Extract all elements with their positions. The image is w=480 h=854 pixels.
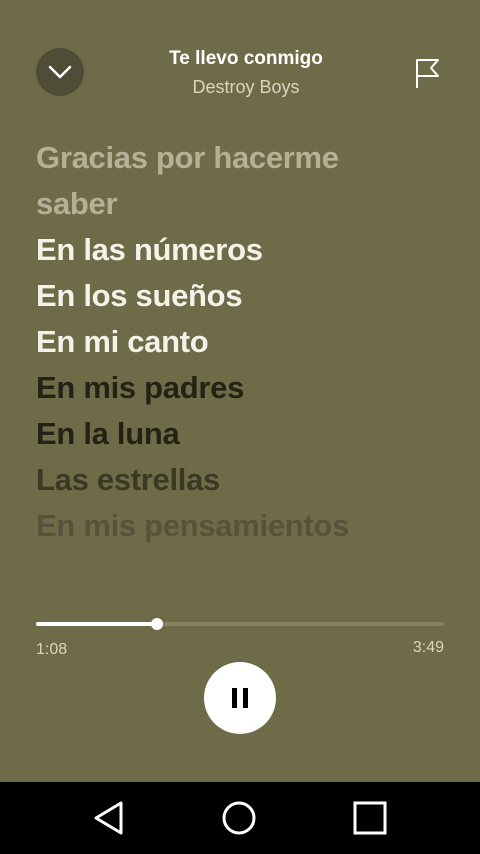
total-time: 3:49	[412, 639, 444, 656]
nav-recents-button[interactable]	[350, 798, 390, 838]
seek-thumb[interactable]	[151, 618, 164, 630]
pause-button[interactable]	[204, 662, 276, 734]
elapsed-time: 1:08	[36, 641, 68, 658]
lyric-line-current: En mi canto	[36, 324, 209, 359]
nav-back-button[interactable]	[89, 798, 129, 838]
home-circle-icon	[222, 801, 256, 835]
lyrics-list[interactable]: Gracias por hacerme saber En las números…	[36, 135, 456, 590]
track-header: Te llevo conmigo Destroy Boys	[100, 46, 392, 100]
collapse-button[interactable]	[36, 48, 84, 96]
lyric-line: En mis pensamientos	[36, 508, 350, 543]
flag-icon	[416, 59, 439, 88]
pause-icon	[232, 688, 248, 708]
report-lyrics-button[interactable]	[412, 56, 444, 90]
lyric-line: Gracias por hacerme	[36, 140, 339, 175]
lyric-line: En la luna	[36, 416, 180, 451]
song-title: Te llevo conmigo	[169, 48, 323, 69]
lyric-line: Las estrellas	[36, 462, 220, 497]
lyric-line: En las números	[36, 232, 263, 267]
system-navigation-bar	[0, 782, 480, 854]
seek-progress	[36, 622, 158, 626]
back-triangle-icon	[94, 801, 123, 835]
recents-square-icon	[353, 801, 387, 835]
chevron-down-icon	[48, 65, 72, 79]
lyric-line: En mis padres	[36, 370, 245, 405]
artist-name[interactable]: Destroy Boys	[100, 74, 392, 100]
lyrics-screen: Te llevo conmigo Destroy Boys Gracias po…	[0, 0, 480, 782]
lyric-line: saber	[36, 186, 118, 221]
lyric-line: En los sueños	[36, 278, 243, 313]
seek-bar[interactable]	[36, 618, 444, 630]
nav-home-button[interactable]	[219, 798, 259, 838]
lyric-line: siempre	[36, 554, 153, 589]
